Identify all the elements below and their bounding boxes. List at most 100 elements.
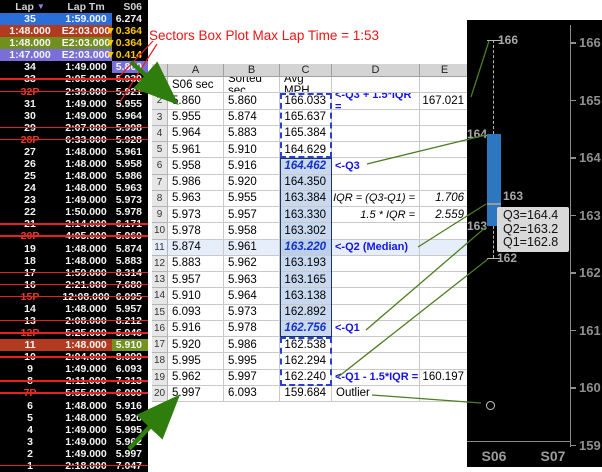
lap-time-cell[interactable]: 2:14.000 bbox=[60, 218, 112, 230]
cell-c[interactable]: 164.350 bbox=[280, 175, 332, 191]
cell-b[interactable]: 5.916 bbox=[224, 158, 280, 174]
cell-d[interactable] bbox=[332, 353, 420, 369]
lap-time-cell[interactable]: 1:48.000 bbox=[60, 182, 112, 194]
cell-d[interactable]: Outlier bbox=[332, 386, 420, 402]
cell-b[interactable]: 5.874 bbox=[224, 110, 280, 126]
lap-row[interactable]: 301:49.0005.964 bbox=[0, 110, 148, 122]
sector-s06-cell[interactable]: 5.920 bbox=[112, 412, 148, 424]
lap-time-cell[interactable]: 1:48.000 bbox=[60, 255, 112, 267]
cell-d[interactable] bbox=[332, 272, 420, 288]
column-header-a[interactable]: A bbox=[168, 64, 224, 77]
lap-row[interactable]: 91:49.0006.093 bbox=[0, 363, 148, 375]
lap-number-cell[interactable]: 4 bbox=[0, 424, 60, 436]
cell-b[interactable]: 5.964 bbox=[224, 288, 280, 304]
cell-d[interactable] bbox=[332, 142, 420, 158]
lap-number-cell[interactable]: 16 bbox=[0, 279, 60, 291]
row-number[interactable]: 15 bbox=[152, 305, 168, 321]
cell-b[interactable]: 5.955 bbox=[224, 191, 280, 207]
cell-d[interactable]: <-Q3 + 1.5*IQR = bbox=[332, 93, 420, 109]
lap-time-cell[interactable]: 2:04.000 bbox=[60, 351, 112, 363]
lap-row[interactable]: 1:47.000E2:03.000▼0.414 bbox=[0, 49, 148, 61]
cell-c[interactable]: 163.384 bbox=[280, 191, 332, 207]
cell-e[interactable] bbox=[420, 288, 470, 304]
lap-row[interactable]: 221:50.0005.978 bbox=[0, 206, 148, 218]
cell-b[interactable]: 5.883 bbox=[224, 126, 280, 142]
lap-time-cell[interactable]: 1:48.000 bbox=[60, 412, 112, 424]
lap-number-cell[interactable]: 20P bbox=[0, 230, 60, 242]
sector-s06-cell[interactable]: 6.093 bbox=[112, 363, 148, 375]
cell-e[interactable] bbox=[420, 110, 470, 126]
sector-s06-cell[interactable]: 5.963 bbox=[112, 182, 148, 194]
lap-time-cell[interactable]: 1:49.000 bbox=[60, 436, 112, 448]
lap-time-cell[interactable]: 1:50.000 bbox=[60, 206, 112, 218]
sector-s06-cell[interactable]: 5.910 bbox=[112, 339, 148, 351]
column-header-s06[interactable]: S06 bbox=[112, 0, 148, 13]
cell-e[interactable]: 1.706 bbox=[420, 191, 470, 207]
lap-number-cell[interactable]: 19 bbox=[0, 242, 60, 254]
sector-s06-cell[interactable]: 5.921 bbox=[112, 85, 148, 97]
lap-row[interactable]: 61:48.0005.916 bbox=[0, 400, 148, 412]
lap-time-cell[interactable]: 5:25.000 bbox=[60, 327, 112, 339]
sort-descending-icon[interactable]: ▼ bbox=[37, 2, 45, 11]
lap-row[interactable]: 1:48.000E2:03.000▼0.364 bbox=[0, 37, 148, 49]
cell-a[interactable]: 5.916 bbox=[168, 321, 224, 337]
lap-row[interactable]: 351:59.0006.274 bbox=[0, 13, 148, 25]
cell-a[interactable]: S06 sec bbox=[168, 77, 224, 93]
sector-s06-cell[interactable]: 8.212 bbox=[112, 315, 148, 327]
lap-time-cell[interactable]: 2:18.000 bbox=[60, 460, 112, 472]
cell-d[interactable] bbox=[332, 256, 420, 272]
lap-number-cell[interactable]: 1 bbox=[0, 460, 60, 472]
lap-time-cell[interactable]: 2:11.000 bbox=[60, 375, 112, 387]
cell-c[interactable]: 162.892 bbox=[280, 305, 332, 321]
row-number[interactable]: 12 bbox=[152, 256, 168, 272]
sector-s06-cell[interactable]: 5.946 bbox=[112, 327, 148, 339]
cell-e[interactable] bbox=[420, 272, 470, 288]
row-number[interactable]: 4 bbox=[152, 126, 168, 142]
row-number[interactable]: 7 bbox=[152, 175, 168, 191]
lap-time-cell[interactable]: 1:49.000 bbox=[60, 448, 112, 460]
cell-d[interactable]: <-Q1 - 1.5*IQR = bbox=[332, 370, 420, 386]
lap-row[interactable]: 132:08.0008.212 bbox=[0, 315, 148, 327]
cell-a[interactable]: 5.874 bbox=[168, 240, 224, 256]
sector-s06-cell[interactable]: 5.961 bbox=[112, 146, 148, 158]
lap-number-cell[interactable]: 11 bbox=[0, 339, 60, 351]
sector-s06-cell[interactable]: 5.997 bbox=[112, 448, 148, 460]
cell-b[interactable]: 5.978 bbox=[224, 321, 280, 337]
lap-time-cell[interactable]: E2:03.000 bbox=[60, 25, 112, 37]
lap-row[interactable]: 7P5:55.0006.000 bbox=[0, 387, 148, 399]
lap-row[interactable]: 12:18.0007.047 bbox=[0, 460, 148, 472]
lap-row[interactable]: 231:49.0005.973 bbox=[0, 194, 148, 206]
lap-row[interactable]: 271:48.0005.961 bbox=[0, 146, 148, 158]
lap-time-cell[interactable]: 1:48.000 bbox=[60, 339, 112, 351]
sector-s06-cell[interactable]: 5.973 bbox=[112, 194, 148, 206]
cell-b[interactable]: 5.920 bbox=[224, 175, 280, 191]
sector-s06-cell[interactable]: 5.978 bbox=[112, 206, 148, 218]
cell-d[interactable]: <-Q2 (Median) bbox=[332, 240, 420, 256]
sector-s06-cell[interactable]: ▼0.364 bbox=[112, 37, 148, 49]
sector-s06-cell[interactable]: 5.964 bbox=[112, 110, 148, 122]
lap-time-cell[interactable]: 1:48.000 bbox=[60, 170, 112, 182]
cell-e[interactable] bbox=[420, 386, 470, 402]
lap-time-cell[interactable]: 1:49.000 bbox=[60, 194, 112, 206]
cell-e[interactable]: 167.021 bbox=[420, 93, 470, 109]
cell-c[interactable]: 164.629 bbox=[280, 142, 332, 158]
lap-number-cell[interactable]: 9 bbox=[0, 363, 60, 375]
cell-d[interactable]: <-Q3 bbox=[332, 158, 420, 174]
lap-number-cell[interactable]: 3 bbox=[0, 436, 60, 448]
lap-number-cell[interactable]: 29 bbox=[0, 122, 60, 134]
sector-s06-cell[interactable]: 6.000 bbox=[112, 387, 148, 399]
cell-e[interactable] bbox=[420, 158, 470, 174]
sector-s06-cell[interactable]: 6.171 bbox=[112, 218, 148, 230]
cell-b[interactable]: 5.910 bbox=[224, 142, 280, 158]
lap-row[interactable]: 292:07.0005.998 bbox=[0, 122, 148, 134]
lap-row[interactable]: 332:05.0005.930 bbox=[0, 73, 148, 85]
cell-b[interactable]: 6.093 bbox=[224, 386, 280, 402]
sheet-corner-cell[interactable] bbox=[152, 64, 168, 77]
row-number[interactable]: 20 bbox=[152, 386, 168, 402]
lap-number-cell[interactable]: 10 bbox=[0, 351, 60, 363]
cell-a[interactable]: 5.961 bbox=[168, 142, 224, 158]
cell-c[interactable]: 162.538 bbox=[280, 337, 332, 353]
sector-s06-cell[interactable]: 5.986 bbox=[112, 170, 148, 182]
lap-number-cell[interactable]: 12P bbox=[0, 327, 60, 339]
lap-time-cell[interactable]: 1:59.000 bbox=[60, 13, 112, 25]
